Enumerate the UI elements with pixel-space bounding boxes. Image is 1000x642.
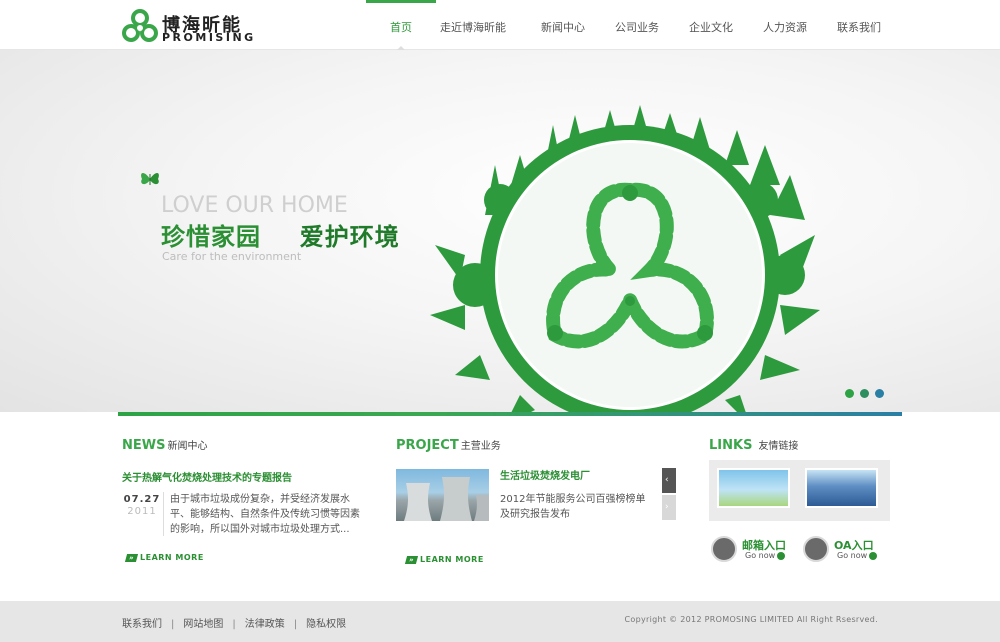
slider-dot-2[interactable] <box>860 389 869 398</box>
project-prev-button[interactable]: ‹ <box>662 468 676 493</box>
news-title-cn: 新闻中心 <box>167 441 208 452</box>
refresh-icon <box>803 536 829 562</box>
news-headline-link[interactable]: 关于热解气化焚烧处理技术的专题报告 <box>122 469 292 484</box>
mail-go-now: Go now <box>745 551 786 560</box>
site-header: 博海昕能 PROMISING 首页 走近博海昕能 新闻中心 公司业务 企业文化 … <box>0 0 1000 51</box>
news-title-en: NEWS <box>122 438 166 453</box>
banner-heading-cn: 珍惜家园 爱护环境 <box>161 217 400 252</box>
news-date-month-day: 07.27 <box>123 494 161 505</box>
butterfly-icon <box>141 172 159 185</box>
logo[interactable]: 博海昕能 PROMISING <box>122 9 253 44</box>
links-title-cn: 友情链接 <box>758 441 799 452</box>
footer-link-sitemap[interactable]: 网站地图 <box>183 619 223 630</box>
chevron-left-icon: ‹ <box>665 475 669 485</box>
arrow-right-icon <box>869 551 878 560</box>
news-learn-more-button[interactable]: » LEARN MORE <box>124 553 204 562</box>
project-learn-more-button[interactable]: » LEARN MORE <box>404 555 484 564</box>
links-section-title: LINKS 友情链接 <box>709 437 798 453</box>
slider-dot-3[interactable] <box>875 389 884 398</box>
slider-dot-1[interactable] <box>845 389 854 398</box>
project-next-button[interactable]: › <box>662 495 676 520</box>
banner-subtext: Care for the environment <box>162 250 302 263</box>
link-thumbnail-solar[interactable] <box>805 468 878 508</box>
banner-accent-bar <box>118 412 902 416</box>
banner-heading-en: LOVE OUR HOME <box>161 193 348 218</box>
chevron-right-icon: › <box>665 502 669 512</box>
news-learn-more-label: LEARN MORE <box>140 553 204 562</box>
nav-item-home[interactable]: 首页 <box>366 0 436 51</box>
copyright-text: Copyright © 2012 PROMOSING LIMITED All R… <box>624 615 878 624</box>
project-title-en: PROJECT <box>396 438 459 453</box>
links-title-en: LINKS <box>709 438 753 453</box>
logo-name-en: PROMISING <box>162 31 256 44</box>
links-thumbnail-box <box>709 460 890 521</box>
project-learn-more-label: LEARN MORE <box>420 555 484 564</box>
oa-go-now: Go now <box>837 551 878 560</box>
leaf-icon <box>711 536 737 562</box>
footer-link-privacy[interactable]: 隐私权限 <box>306 619 346 630</box>
news-date-divider <box>163 492 164 536</box>
project-thumbnail[interactable] <box>396 469 489 521</box>
site-footer: 联系我们 | 网站地图 | 法律政策 | 隐私权限 Copyright © 2012 PRO… <box>0 601 1000 642</box>
nav-item-about[interactable]: 走近博海昕能 <box>438 0 508 50</box>
logo-trefoil-icon <box>122 9 158 42</box>
news-section-title: NEWS 新闻中心 <box>122 437 207 453</box>
news-excerpt: 由于城市垃圾成份复杂，并受经济发展水平、能够结构、自然条件及传统习惯等因素的影响… <box>170 494 360 535</box>
link-thumbnail-wind[interactable] <box>717 468 790 508</box>
hero-banner: LOVE OUR HOME 珍惜家园 爱护环境 Care for the env… <box>0 50 1000 412</box>
nav-item-culture[interactable]: 企业文化 <box>676 0 746 50</box>
learn-more-icon: » <box>124 553 139 562</box>
nav-item-news[interactable]: 新闻中心 <box>526 0 600 50</box>
arrow-right-icon <box>777 551 786 560</box>
footer-link-contact[interactable]: 联系我们 <box>122 619 162 630</box>
nav-item-business[interactable]: 公司业务 <box>602 0 672 50</box>
footer-links: 联系我们 | 网站地图 | 法律政策 | 隐私权限 <box>122 619 347 630</box>
project-section-title: PROJECT 主营业务 <box>396 437 501 453</box>
project-headline-link[interactable]: 生活垃圾焚烧发电厂 <box>500 467 590 482</box>
eco-globe-illustration <box>430 105 820 412</box>
banner-heading-cn-1: 珍惜家园 <box>161 223 261 251</box>
nav-item-hr[interactable]: 人力资源 <box>750 0 820 50</box>
project-title-cn: 主营业务 <box>460 441 501 452</box>
cooling-tower-image <box>404 477 489 521</box>
footer-link-legal[interactable]: 法律政策 <box>245 619 285 630</box>
nav-item-contact[interactable]: 联系我们 <box>824 0 894 50</box>
project-excerpt: 2012年节能服务公司百强榜榜单及研究报告发布 <box>500 494 646 520</box>
news-date-year: 2011 <box>127 506 157 517</box>
news-date: 07.27 2011 <box>122 494 162 517</box>
banner-heading-cn-2: 爱护环境 <box>299 223 400 251</box>
learn-more-icon: » <box>404 555 419 564</box>
